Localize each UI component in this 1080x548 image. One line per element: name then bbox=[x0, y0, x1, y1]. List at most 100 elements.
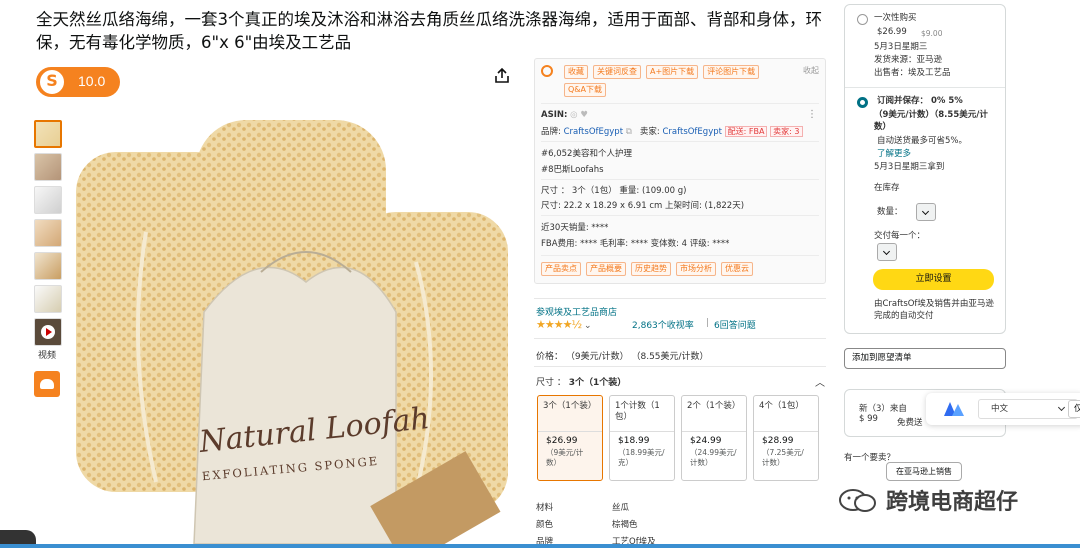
thumbnail-1[interactable] bbox=[34, 120, 62, 148]
tag-review-image-download[interactable]: 评论图片下载 bbox=[703, 65, 760, 79]
option-price: $18.99 bbox=[618, 436, 650, 446]
deliver-every-label: 交付每一个： bbox=[874, 231, 926, 241]
thumbnail-6[interactable] bbox=[34, 285, 62, 313]
size-option-1pack[interactable]: 1个计数（1包） $18.99 （18.99美元/克） bbox=[609, 395, 675, 481]
thumbnail-4[interactable] bbox=[34, 219, 62, 247]
external-link-icon[interactable]: ⧉ bbox=[626, 127, 632, 137]
sales-row: 近30天销量: **** bbox=[541, 223, 609, 233]
option-price: $28.99 bbox=[762, 436, 794, 446]
asin-row: ASIN: ◎ ♥ bbox=[541, 110, 588, 120]
tag-qa-download[interactable]: Q&A下载 bbox=[564, 83, 607, 97]
tag-selling-points[interactable]: 产品卖点 bbox=[541, 262, 581, 276]
brand-link[interactable]: CraftsOfEgypt bbox=[564, 127, 623, 137]
wechat-icon bbox=[839, 489, 876, 512]
tag-collect[interactable]: 收藏 bbox=[564, 65, 588, 79]
plugin-logo-icon bbox=[38, 68, 66, 96]
copy-icon[interactable]: ◎ ♥ bbox=[570, 110, 588, 120]
subscribe-delivery-date: 5月3日星期三拿到 bbox=[874, 162, 945, 172]
brand-row: 品牌: CraftsOfEgypt ⧉ 卖家: CraftsOfEgypt 配送… bbox=[541, 125, 803, 137]
thumbnail-2[interactable] bbox=[34, 153, 62, 181]
answers-link[interactable]: 6回答问题 bbox=[714, 318, 756, 331]
one-time-delivery-date: 5月3日星期三 bbox=[874, 42, 928, 52]
play-triangle-icon bbox=[46, 328, 52, 336]
video-thumbnail[interactable] bbox=[34, 318, 62, 346]
watermark-text: 跨境电商超仔 bbox=[886, 490, 1019, 515]
tag-keyword-lookup[interactable]: 关键词反查 bbox=[593, 65, 641, 79]
new-offers-price: $ 99 bbox=[859, 414, 878, 424]
seller-link[interactable]: CraftsOfEgypt bbox=[663, 127, 722, 137]
tag-market-analysis[interactable]: 市场分析 bbox=[676, 262, 716, 276]
option-name: 4个（1包） bbox=[754, 396, 818, 432]
brand-label: 品牌: bbox=[541, 127, 561, 137]
quantity-label: 数量： bbox=[877, 207, 903, 217]
thumbnail-3[interactable] bbox=[34, 186, 62, 214]
add-to-wishlist-button[interactable]: 添加到愿望清单 bbox=[844, 348, 1006, 369]
rank-primary: #6,052美容和个人护理 bbox=[541, 149, 632, 159]
tag-product-summary[interactable]: 产品概要 bbox=[586, 262, 626, 276]
target-language-select[interactable]: 中文 bbox=[978, 399, 1078, 419]
option-name: 3个（1个装） bbox=[538, 396, 602, 432]
more-options-icon[interactable]: ⋮ bbox=[807, 109, 817, 120]
product-main-image[interactable]: Natural Loofah EXFOLIATING SPONGE bbox=[76, 112, 516, 548]
tag-history-trend[interactable]: 历史趋势 bbox=[631, 262, 671, 276]
bottom-accent-bar bbox=[0, 544, 1080, 548]
spec-label-color: 颜色 bbox=[536, 520, 554, 530]
dimension-row: 尺寸: 22.2 x 18.29 x 6.91 cm 上架时间: (1,822天… bbox=[541, 201, 745, 211]
sold-by: 出售者：埃及工艺品 bbox=[874, 68, 951, 78]
option-price: $24.99 bbox=[690, 436, 722, 446]
buy-box: 一次性购买 $26.99 $9.00 5月3日星期三 发货来源：亚马逊 出售者：… bbox=[844, 4, 1006, 334]
seller-label: 卖家: bbox=[639, 127, 660, 137]
chevron-down-icon bbox=[1057, 403, 1066, 412]
score-badge[interactable]: 10.0 bbox=[36, 67, 120, 97]
size-selector-label: 尺寸 ： 3个（1个装） bbox=[536, 375, 626, 388]
collapse-link[interactable]: 收起 bbox=[803, 65, 819, 76]
translate-mode-button[interactable]: 仅 bbox=[1068, 400, 1080, 418]
thumbnail-strip: 视频 bbox=[34, 120, 64, 397]
subscribe-price: （9美元/计数）（8.55美元/计数） bbox=[874, 110, 988, 132]
share-icon[interactable] bbox=[492, 66, 512, 86]
one-time-unit-price: $9.00 bbox=[921, 29, 943, 38]
ratings-count-link[interactable]: 2,863个收视率 bbox=[632, 318, 694, 331]
size-option-3pack[interactable]: 3个（1个装） $26.99 （9美元/计数） bbox=[537, 395, 603, 481]
option-name: 1个计数（1包） bbox=[610, 396, 674, 432]
sell-question: 有一个要卖？ bbox=[844, 453, 896, 463]
size-value: 3个（1个装） bbox=[568, 378, 627, 388]
sell-on-amazon-button[interactable]: 在亚马逊上销售 bbox=[886, 462, 962, 481]
learn-more-link[interactable]: 了解更多 bbox=[877, 149, 911, 160]
spec-label-material: 材料 bbox=[536, 503, 554, 513]
seller-plugin-panel: 收藏 关键词反查 A+图片下载 评论图片下载 Q&A下载 收起 ASIN: ◎ ♥ ⋮… bbox=[534, 58, 826, 284]
option-unit-price: （9美元/计数） bbox=[546, 448, 584, 467]
seller-count-badge: 卖家: 3 bbox=[770, 126, 803, 137]
tag-aplus-download[interactable]: A+图片下载 bbox=[646, 65, 699, 79]
fba-badge: 配送: FBA bbox=[724, 126, 768, 137]
size-weight-row: 尺寸 ： 3个（1包） 重量: (109.00 g) bbox=[541, 186, 687, 196]
chevron-down-icon[interactable]: ⌄ bbox=[584, 321, 592, 331]
radio-subscribe-save[interactable] bbox=[857, 97, 868, 108]
size-option-2pack[interactable]: 2个（1个装） $24.99 （24.99美元/计数） bbox=[681, 395, 747, 481]
tag-coupon-cloud[interactable]: 优惠云 bbox=[721, 262, 753, 276]
download-cloud-icon[interactable] bbox=[34, 371, 60, 397]
ships-from: 发货来源：亚马逊 bbox=[874, 55, 943, 65]
translate-toolbar: 中文 仅 bbox=[926, 393, 1080, 425]
quantity-select[interactable] bbox=[916, 203, 936, 221]
spec-value-color: 棕褐色 bbox=[612, 520, 638, 530]
option-name: 2个（1个装） bbox=[682, 396, 746, 432]
rank-secondary: #8巴斯Loofahs bbox=[541, 165, 604, 175]
option-price: $26.99 bbox=[546, 436, 578, 446]
thumbnail-5[interactable] bbox=[34, 252, 62, 280]
translate-logo-icon[interactable] bbox=[944, 402, 964, 416]
delivery-frequency-select[interactable] bbox=[877, 243, 897, 261]
subscribe-note: 自动送货最多可省5%。 bbox=[877, 136, 967, 146]
star-rating-icon[interactable]: ★★★★½ bbox=[536, 318, 582, 331]
target-language-value: 中文 bbox=[991, 404, 1009, 414]
plugin-small-logo-icon bbox=[541, 65, 553, 77]
radio-one-time-purchase[interactable] bbox=[857, 14, 868, 25]
size-option-4pack[interactable]: 4个（1包） $28.99 （7.25美元/计数） bbox=[753, 395, 819, 481]
rating-row: ★★★★½ ⌄ 2,863个收视率 | 6回答问题 bbox=[536, 318, 756, 331]
setup-now-button[interactable]: 立即设置 bbox=[873, 269, 994, 290]
one-time-label: 一次性购买 bbox=[874, 13, 917, 23]
store-link[interactable]: 参观埃及工艺品商店 bbox=[536, 305, 617, 318]
product-title: 全天然丝瓜络海绵，一套3个真正的埃及沐浴和淋浴去角质丝瓜络洗涤器海绵，适用于面部… bbox=[36, 10, 822, 52]
size-label: 尺寸 ： bbox=[536, 378, 566, 388]
chevron-up-icon[interactable]: ︿ bbox=[815, 374, 825, 389]
